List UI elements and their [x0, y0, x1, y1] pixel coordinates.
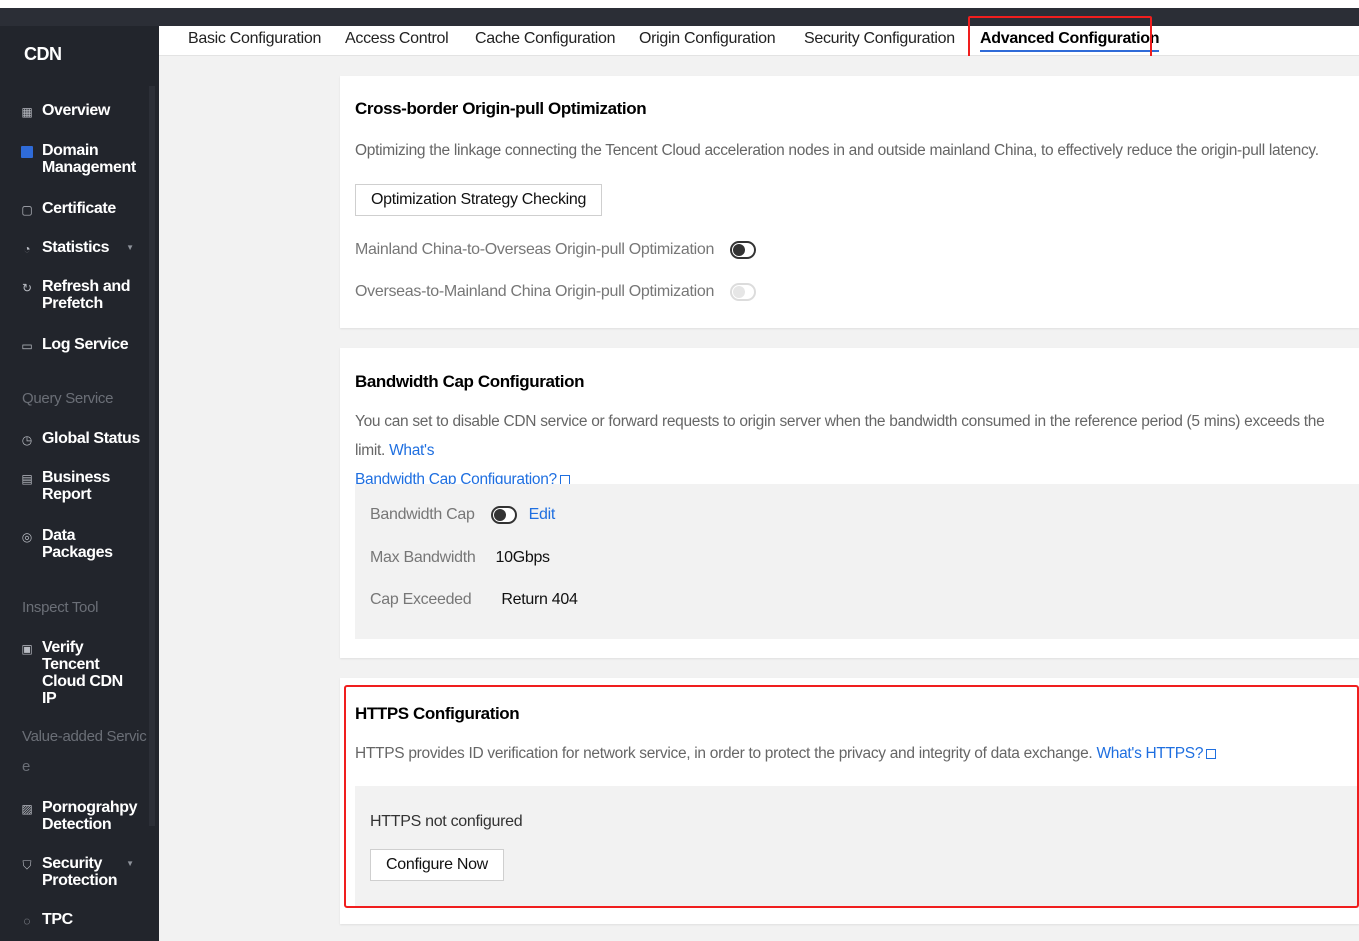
report-icon: ▤	[21, 472, 33, 486]
sidebar-item-domain-management[interactable]: Domain Management	[0, 142, 150, 176]
sidebar-item-global-status[interactable]: ◷ Global Status	[0, 430, 150, 447]
sidebar-item-refresh-prefetch[interactable]: ↻ Refresh and Prefetch	[0, 278, 150, 312]
section-inspect-tool: Inspect Tool	[22, 599, 99, 616]
sidebar-item-business-report[interactable]: ▤ Business Report	[0, 469, 150, 503]
section-query-service: Query Service	[22, 390, 114, 407]
sidebar-item-statistics[interactable]: ◔ Statistics ▼	[0, 239, 150, 256]
max-bandwidth-value: 10Gbps	[495, 549, 551, 566]
max-bandwidth-row: Max Bandwidth 10Gbps	[370, 549, 550, 567]
bandwidth-cap-description: You can set to disable CDN service or fo…	[355, 407, 1355, 494]
bandwidth-cap-title: Bandwidth Cap Configuration	[355, 372, 585, 391]
sidebar: CDN ▦ Overview Domain Management ▢ Certi…	[0, 26, 159, 941]
refresh-icon: ↻	[21, 281, 33, 295]
sidebar-item-data-packages[interactable]: ◎ Data Packages	[0, 527, 150, 561]
top-bar	[0, 0, 1359, 26]
https-highlight-box	[344, 685, 1359, 908]
package-icon: ◎	[21, 530, 33, 544]
tab-security-configuration[interactable]: Security Configuration	[804, 30, 955, 48]
cross-border-description: Optimizing the linkage connecting the Te…	[355, 142, 1319, 159]
bandwidth-help-link-part1[interactable]: What's	[389, 442, 434, 459]
section-value-added-2: e	[22, 758, 31, 775]
certificate-icon: ▢	[21, 203, 33, 217]
grid-icon: ▦	[21, 105, 33, 119]
sidebar-item-label: Global Status	[42, 430, 140, 447]
tab-access-control[interactable]: Access Control	[345, 30, 449, 48]
sidebar-item-log-service[interactable]: ▭ Log Service	[0, 336, 150, 353]
mainland-to-overseas-toggle[interactable]	[730, 241, 757, 259]
bandwidth-cap-toggle[interactable]	[490, 506, 517, 524]
sidebar-item-label: Business Report	[42, 469, 110, 503]
chevron-down-icon: ▼	[126, 859, 134, 868]
overseas-to-mainland-row: Overseas-to-Mainland China Origin-pull O…	[355, 283, 757, 301]
sidebar-item-label: Refresh and Prefetch	[42, 278, 131, 312]
domain-icon	[21, 146, 33, 158]
bandwidth-cap-card: Bandwidth Cap Configuration You can set …	[340, 348, 1359, 658]
cap-exceeded-label: Cap Exceeded	[370, 591, 472, 608]
sidebar-item-security-protection[interactable]: ⛉ Security Protection ▼	[0, 855, 150, 889]
bandwidth-description-text: You can set to disable CDN service or fo…	[355, 413, 1325, 459]
sidebar-item-label: Domain Management	[42, 142, 136, 176]
sidebar-item-pornography-detection[interactable]: ▨ Pornograhpy Detection	[0, 799, 150, 833]
mainland-to-overseas-label: Mainland China-to-Overseas Origin-pull O…	[355, 241, 715, 258]
tab-origin-configuration[interactable]: Origin Configuration	[639, 30, 776, 48]
image-icon: ▨	[21, 802, 33, 816]
sidebar-item-label: Overview	[42, 102, 110, 119]
sidebar-item-certificate[interactable]: ▢ Certificate	[0, 200, 150, 217]
sidebar-item-verify-ip[interactable]: ▣ Verify Tencent Cloud CDN IP	[0, 639, 150, 707]
chevron-down-icon: ▼	[126, 243, 134, 252]
max-bandwidth-label: Max Bandwidth	[370, 549, 476, 566]
log-icon: ▭	[21, 339, 33, 353]
sidebar-item-overview[interactable]: ▦ Overview	[0, 102, 150, 119]
overseas-to-mainland-toggle[interactable]	[730, 283, 757, 301]
shield-icon: ⛉	[22, 858, 32, 872]
tab-cache-configuration[interactable]: Cache Configuration	[475, 30, 615, 48]
sidebar-item-label: Pornograhpy Detection	[42, 799, 138, 833]
sidebar-item-label: Security Protection	[42, 855, 118, 889]
cap-exceeded-value: Return 404	[501, 591, 578, 608]
verify-icon: ▣	[21, 642, 33, 656]
section-value-added-1: Value-added Servic	[22, 728, 147, 745]
cap-exceeded-row: Cap Exceeded Return 404	[370, 591, 578, 609]
sidebar-item-label: Verify Tencent Cloud CDN IP	[42, 639, 123, 707]
overseas-to-mainland-label: Overseas-to-Mainland China Origin-pull O…	[355, 283, 715, 300]
config-tabs: Basic Configuration Access Control Cache…	[159, 26, 1359, 56]
optimization-strategy-button[interactable]: Optimization Strategy Checking	[355, 184, 603, 216]
cross-border-card: Cross-border Origin-pull Optimization Op…	[340, 76, 1359, 328]
sidebar-item-label: Certificate	[42, 200, 116, 217]
sidebar-item-label: TPC	[42, 911, 73, 928]
bandwidth-cap-panel: Bandwidth Cap Edit Max Bandwidth 10Gbps …	[355, 484, 1359, 639]
sidebar-item-label: Data Packages	[42, 527, 113, 561]
brand-title: CDN	[24, 44, 62, 64]
cross-border-title: Cross-border Origin-pull Optimization	[355, 99, 647, 118]
bandwidth-cap-row: Bandwidth Cap Edit	[370, 506, 555, 524]
tab-basic-configuration[interactable]: Basic Configuration	[188, 30, 321, 48]
bandwidth-edit-link[interactable]: Edit	[529, 506, 556, 524]
clock-icon: ◷	[21, 433, 33, 447]
bandwidth-cap-label: Bandwidth Cap	[370, 506, 475, 523]
sidebar-item-label: Log Service	[42, 336, 129, 353]
statistics-icon: ◔	[23, 242, 31, 256]
mainland-to-overseas-row: Mainland China-to-Overseas Origin-pull O…	[355, 241, 757, 259]
sidebar-item-tpc[interactable]: ◌ TPC	[0, 911, 150, 928]
tpc-icon: ◌	[23, 914, 31, 928]
sidebar-item-label: Statistics	[42, 239, 110, 256]
sidebar-scrollbar[interactable]	[149, 86, 155, 826]
